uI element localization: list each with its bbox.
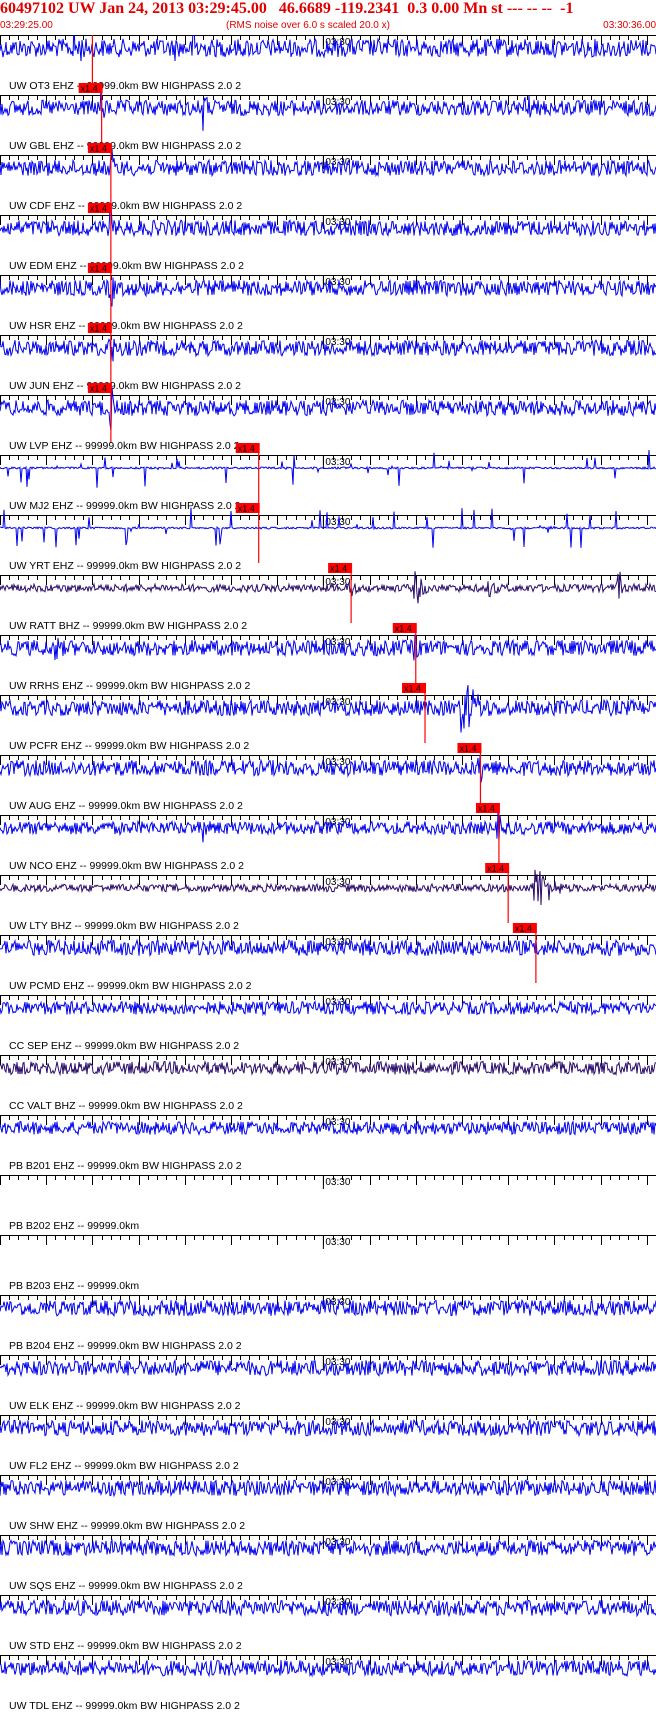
trace-row: 03:30 PB B202 EHZ -- 99999.0km (0, 1175, 656, 1232)
waveform (0, 507, 656, 548)
minute-label: 03:30 (325, 1117, 350, 1128)
channel-label: UW PCMD EHZ -- 99999.0km BW HIGHPASS 2.0… (9, 980, 252, 992)
trace-row: 03:30 UW ELK EHZ -- 99999.0km BW HIGHPASS… (0, 1355, 656, 1412)
minute-label: 03:30 (325, 1237, 350, 1248)
pick-label: x1.4 (90, 264, 107, 274)
channel-label: UW MJ2 EHZ -- 99999.0km BW HIGHPASS 2.0 … (9, 500, 241, 512)
trace-row: 03:30CC VALT BHZ -- 99999.0km BW HIGHPAS… (0, 1055, 656, 1112)
waveform (0, 1298, 656, 1318)
channel-label: UW GBL EHZ -- 99999.0km BW HIGHPASS 2.0 … (9, 140, 241, 152)
waveform (0, 387, 656, 431)
pick-label: x1.4 (238, 504, 255, 514)
trace-row: 03:30x1.4UW JUN EHZ -- 99999.0km BW HIGH… (0, 323, 656, 392)
trace-row: 03:30x1.4UW LTY BHZ -- 99999.0km BW HIGH… (0, 863, 656, 932)
trace-row: 03:30x1.4UW NCO EHZ -- 99999.0km BW HIGH… (0, 803, 656, 872)
waveform (0, 87, 656, 131)
trace-row: 03:30x1.4UW EDM EHZ -- 99999.0km BW HIGH… (0, 203, 656, 272)
trace-row: 03:30 PB B201 EHZ -- 99999.0km BW HIGHPAS… (0, 1115, 656, 1172)
channel-label: UW ELK EHZ -- 99999.0km BW HIGHPASS 2.0 … (9, 1400, 241, 1412)
channel-label: UW HSR EHZ -- 99999.0km BW HIGHPASS 2.0 … (9, 320, 243, 332)
channel-label: PB B201 EHZ -- 99999.0km BW HIGHPASS 2.0… (9, 1160, 242, 1172)
channel-label: CC SEP EHZ -- 99999.0km BW HIGHPASS 2.0 … (9, 1040, 239, 1052)
channel-label: UW OT3 EHZ -- 99999.0km BW HIGHPASS 2.0 … (9, 80, 241, 92)
trace-row: 03:30x1.4UW PCFR EHZ -- 99999.0km BW HIG… (0, 683, 656, 752)
pick-label: x1.4 (90, 384, 107, 394)
trace-row: 03:30x1.4UW YRT EHZ -- 99999.0km BW HIGH… (0, 503, 656, 572)
waveform (0, 1059, 656, 1077)
pick-label: x1.4 (238, 444, 255, 454)
pick-label: x1.4 (90, 144, 107, 154)
pick-label: x1.4 (330, 564, 347, 574)
channel-label: UW CDF EHZ -- 99999.0km BW HIGHPASS 2.0 … (9, 200, 242, 212)
channel-label: UW FL2 EHZ -- 99999.0km BW HIGHPASS 2.0 … (9, 1460, 239, 1472)
trace-row: 03:30UW STD EHZ -- 99999.0km BW HIGHPASS… (0, 1595, 656, 1652)
minute-label: 03:30 (325, 457, 350, 468)
channel-label: PB B204 EHZ -- 99999.0km BW HIGHPASS 2.0… (9, 1340, 242, 1352)
trace-row: 03:30 x1.4 UW RATT BHZ -- 99999.0km BW HIG… (0, 563, 656, 632)
trace-row: 03:30x1.4UW RRHS EHZ -- 99999.0km BW HIG… (0, 623, 656, 692)
pick-label: x1.4 (90, 204, 107, 214)
channel-label: UW JUN EHZ -- 99999.0km BW HIGHPASS 2.0 … (9, 380, 241, 392)
channel-label: PB B202 EHZ -- 99999.0km (9, 1220, 139, 1232)
channel-label: UW RATT BHZ -- 99999.0km BW HIGHPASS 2.0… (9, 620, 247, 632)
channel-label: UW TDL EHZ -- 99999.0km BW HIGHPASS 2.0 … (9, 1700, 240, 1712)
channel-label: CC VALT BHZ -- 99999.0km BW HIGHPASS 2.0… (9, 1100, 243, 1112)
trace-row: 03:30UW SQS EHZ -- 99999.0km BW HIGHPASS… (0, 1535, 656, 1592)
trace-row: 03:30x1.4UW HSR EHZ -- 99999.0km BW HIGH… (0, 263, 656, 332)
pick-label: x1.4 (478, 804, 495, 814)
trace-row: 03:30UW FL2 EHZ -- 99999.0km BW HIGHPASS… (0, 1415, 656, 1472)
seismogram-plot: 03:30x1.4UW OT3 EHZ -- 99999.0km BW HIGH… (0, 35, 656, 1712)
channel-label: UW LTY BHZ -- 99999.0km BW HIGHPASS 2.0 … (9, 920, 239, 932)
trace-row: 03:30PB B204 EHZ -- 99999.0km BW HIGHPAS… (0, 1295, 656, 1352)
pick-label: x1.4 (459, 744, 476, 754)
channel-label: UW RRHS EHZ -- 99999.0km BW HIGHPASS 2.0… (9, 680, 251, 692)
channel-label: UW AUG EHZ -- 99999.0km BW HIGHPASS 2.0 … (9, 800, 243, 812)
minute-label: 03:30 (325, 577, 350, 588)
trace-row: 03:30 PB B203 EHZ -- 99999.0km (0, 1235, 656, 1292)
noise-note: (RMS noise over 6.0 s scaled 20.0 x) (226, 20, 390, 31)
pick-label: x1.4 (395, 624, 412, 634)
trace-row: 03:30x1.4UW GBL EHZ -- 99999.0km BW HIGH… (0, 83, 656, 152)
waveform (0, 999, 656, 1017)
trace-row: 03:30x1.4UW LVP EHZ -- 99999.0km BW HIGH… (0, 383, 656, 452)
minute-label: 03:30 (325, 1357, 350, 1368)
trace-row: 03:30x1.4UW CDF EHZ -- 99999.0km BW HIGH… (0, 143, 656, 212)
channel-label: UW EDM EHZ -- 99999.0km BW HIGHPASS 2.0 … (9, 260, 244, 272)
trace-row: 03:30CC SEP EHZ -- 99999.0km BW HIGHPASS… (0, 995, 656, 1052)
pick-label: x1.4 (81, 84, 98, 94)
pick-label: x1.4 (404, 684, 421, 694)
trace-row: 03:30UW TDL EHZ -- 99999.0km BW HIGHPASS… (0, 1655, 656, 1712)
channel-label: UW SHW EHZ -- 99999.0km BW HIGHPASS 2.0 … (9, 1520, 245, 1532)
pick-label: x1.4 (487, 864, 504, 874)
trace-row: 03:30UW SHW EHZ -- 99999.0km BW HIGHPASS… (0, 1475, 656, 1532)
channel-label: UW NCO EHZ -- 99999.0km BW HIGHPASS 2.0 … (9, 860, 244, 872)
channel-label: UW PCFR EHZ -- 99999.0km BW HIGHPASS 2.0… (9, 740, 249, 752)
channel-label: UW LVP EHZ -- 99999.0km BW HIGHPASS 2.0 … (9, 440, 240, 452)
pick-label: x1.4 (515, 924, 532, 934)
start-time: 03:29:25.00 (0, 20, 53, 31)
trace-row: 03:30x1.4UW MJ2 EHZ -- 99999.0km BW HIGH… (0, 443, 656, 512)
trace-row: 03:30x1.4UW PCMD EHZ -- 99999.0km BW HIG… (0, 923, 656, 992)
header: 60497102 UW Jan 24, 2013 03:29:45.00 46.… (0, 0, 656, 36)
channel-label: UW SQS EHZ -- 99999.0km BW HIGHPASS 2.0 … (9, 1580, 243, 1592)
channel-label: UW YRT EHZ -- 99999.0km BW HIGHPASS 2.0 … (9, 560, 241, 572)
pick-label: x1.4 (90, 324, 107, 334)
waveform (0, 685, 656, 733)
trace-row: 03:30x1.4UW AUG EHZ -- 99999.0km BW HIGH… (0, 743, 656, 812)
event-title: 60497102 UW Jan 24, 2013 03:29:45.00 46.… (0, 0, 574, 17)
end-time: 03:30:36.00 (603, 20, 656, 31)
minute-label: 03:30 (325, 1177, 350, 1188)
channel-label: PB B203 EHZ -- 99999.0km (9, 1280, 139, 1292)
channel-label: UW STD EHZ -- 99999.0km BW HIGHPASS 2.0 … (9, 1640, 242, 1652)
